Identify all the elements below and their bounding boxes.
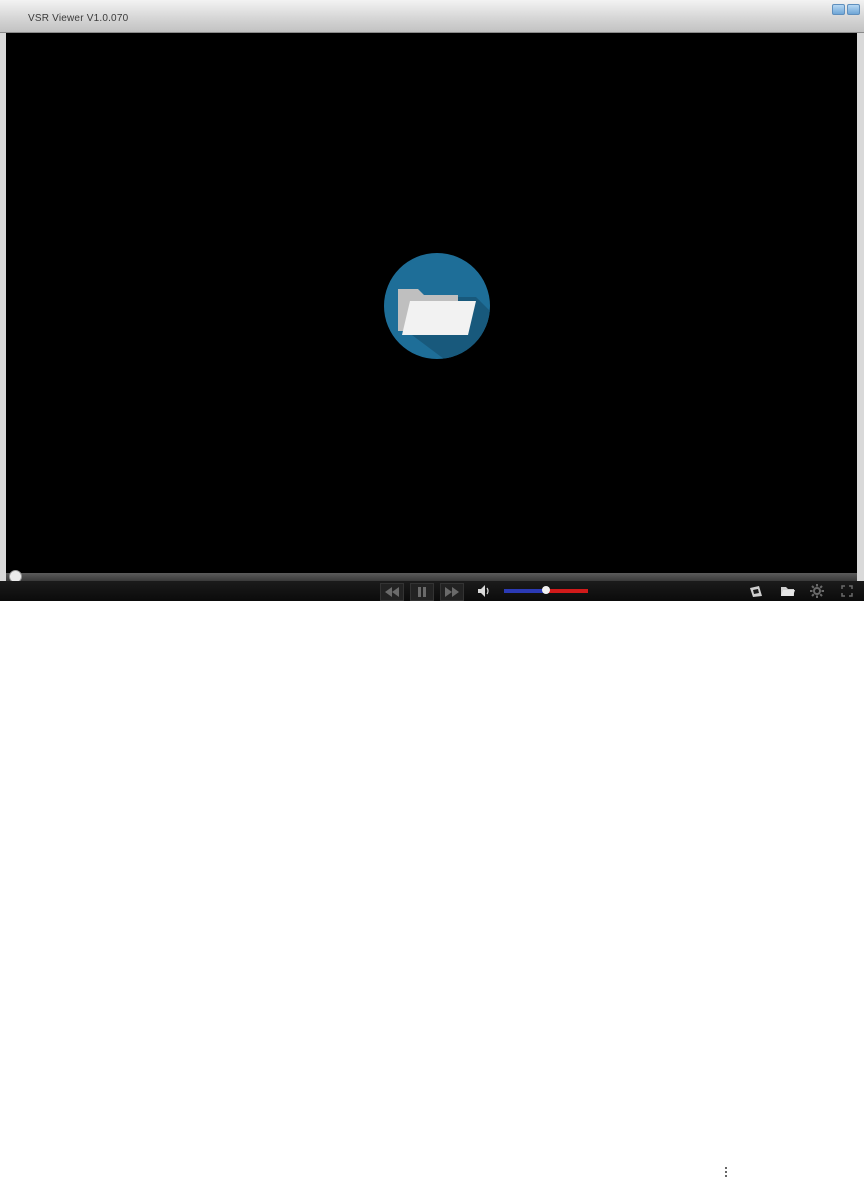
pause-button[interactable]	[410, 583, 434, 601]
settings-button[interactable]	[808, 583, 826, 599]
pause-icon	[418, 587, 426, 597]
folder-button[interactable]	[778, 583, 796, 599]
close-button[interactable]	[847, 4, 860, 15]
gear-icon	[810, 584, 824, 598]
volume-remaining-track	[546, 589, 588, 593]
fast-forward-button[interactable]	[440, 583, 464, 601]
window-controls	[832, 4, 860, 15]
seek-bar[interactable]	[6, 570, 857, 583]
volume-thumb[interactable]	[542, 586, 550, 594]
window-border-right	[857, 33, 864, 581]
fullscreen-button[interactable]	[838, 583, 856, 599]
title-bar[interactable]: VSR Viewer V1.0.070	[0, 0, 864, 33]
window-title: VSR Viewer V1.0.070	[28, 13, 129, 24]
snapshot-icon	[750, 585, 762, 597]
fast-forward-icon	[445, 587, 459, 597]
rewind-button[interactable]	[380, 583, 404, 601]
fullscreen-icon	[841, 585, 853, 597]
separator	[725, 1167, 727, 1177]
folder-open-icon	[398, 289, 490, 359]
folder-icon	[780, 587, 795, 596]
snapshot-button[interactable]	[748, 583, 764, 599]
speaker-icon	[478, 585, 489, 597]
volume-filled-track	[504, 589, 546, 593]
minimize-button[interactable]	[832, 4, 845, 15]
mute-button[interactable]	[476, 583, 492, 599]
folder-front	[402, 301, 476, 335]
control-bar	[0, 581, 864, 1177]
open-file-button[interactable]	[384, 253, 490, 359]
rewind-icon	[385, 587, 399, 597]
app-window: VSR Viewer V1.0.070	[0, 0, 864, 1177]
volume-slider[interactable]	[504, 586, 588, 594]
